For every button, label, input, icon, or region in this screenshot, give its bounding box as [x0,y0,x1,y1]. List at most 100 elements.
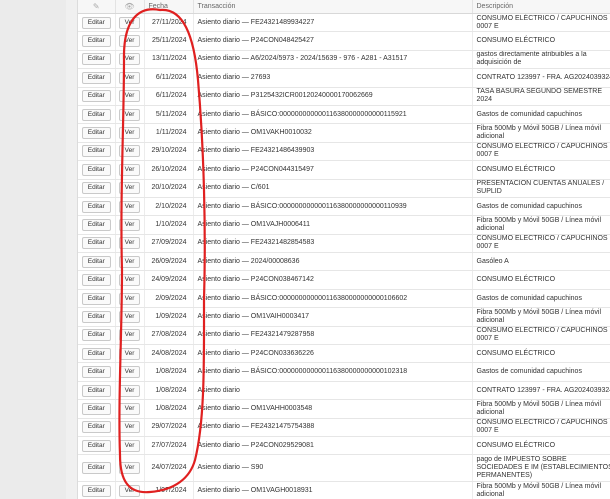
table-row: Editar Ver 1/10/2024 Asiento diario — OM1VA… [78,215,610,235]
description-cell: Fibra 500Mb y Móvil 50GB / Línea móvil a… [472,307,610,327]
table-row: Editar Ver 2/10/2024 Asiento diario — BÁSIC… [78,197,610,217]
edit-cell: Editar [78,31,116,51]
view-button[interactable]: Ver [118,53,141,66]
table-row: Editar Ver 1/09/2024 Asiento diario — OM1VA… [78,307,610,327]
edit-cell: Editar [78,307,116,327]
edit-button[interactable]: Editar [81,366,111,379]
edit-cell: Editar [78,481,116,499]
edit-button[interactable]: Editar [81,16,111,29]
edit-cell: Editar [78,454,116,483]
view-button[interactable]: Ver [118,384,141,397]
edit-button[interactable]: Editar [81,127,111,140]
view-cell: Ver [115,252,145,272]
edit-cell: Editar [78,270,116,290]
view-button[interactable]: Ver [118,310,141,323]
edit-button[interactable]: Editar [81,108,111,121]
table-row: Editar Ver 29/10/2024 Asiento diario — FE24… [78,142,610,162]
view-button[interactable]: Ver [118,71,141,84]
view-button[interactable]: Ver [118,462,141,475]
transaction-cell: Asiento diario — P24CON029529081 [193,436,473,456]
edit-button[interactable]: Editar [81,274,111,287]
view-button[interactable]: Ver [118,485,141,498]
eye-icon: 👁 [124,1,135,11]
view-column-header: 👁 [115,0,145,14]
view-button[interactable]: Ver [118,16,141,29]
edit-button[interactable]: Editar [81,439,111,452]
edit-button[interactable]: Editar [81,163,111,176]
edit-button[interactable]: Editar [81,53,111,66]
view-button[interactable]: Ver [118,329,141,342]
edit-button[interactable]: Editar [81,485,111,498]
edit-button[interactable]: Editar [81,218,111,231]
view-button[interactable]: Ver [118,439,141,452]
table-row: Editar Ver 24/07/2024 Asiento diario — S90 p… [78,454,610,483]
view-button[interactable]: Ver [118,200,141,213]
edit-button[interactable]: Editar [81,90,111,103]
view-cell: Ver [115,160,145,180]
edit-button[interactable]: Editar [81,255,111,268]
edit-cell: Editar [78,87,116,106]
description-cell: CONSUMO ELÉCTRICO [472,436,610,456]
date-cell: 1/11/2024 [144,123,194,143]
edit-button[interactable]: Editar [81,421,111,434]
description-cell: pago de IMPUESTO SOBRE SOCIEDADES E IM (… [472,454,610,483]
transactions-grid: ✎ 👁 Fecha Transacción Descripción Editar… [77,0,610,499]
view-button[interactable]: Ver [118,145,141,158]
date-cell: 6/11/2024 [144,87,194,106]
edit-button[interactable]: Editar [81,402,111,415]
view-button[interactable]: Ver [118,90,141,103]
table-row: Editar Ver 1/08/2024 Asiento diario CONTRATO… [78,381,610,401]
view-button[interactable]: Ver [118,218,141,231]
description-column-header[interactable]: Descripción [472,0,610,14]
view-button[interactable]: Ver [118,127,141,140]
view-button[interactable]: Ver [118,35,141,48]
table-row: Editar Ver 24/09/2024 Asiento diario — P24C… [78,270,610,290]
view-button[interactable]: Ver [118,402,141,415]
edit-button[interactable]: Editar [81,71,111,84]
transaction-cell: Asiento diario [193,381,473,401]
view-button[interactable]: Ver [118,237,141,250]
transaction-cell: Asiento diario — FE24321486439903 [193,142,473,162]
edit-button[interactable]: Editar [81,384,111,397]
view-button[interactable]: Ver [118,421,141,434]
description-cell: CONTRATO 123997 - FRA. AG2024039324 [472,381,610,401]
edit-button[interactable]: Editar [81,182,111,195]
edit-cell: Editar [78,344,116,364]
date-cell: 1/08/2024 [144,381,194,401]
view-button[interactable]: Ver [118,347,141,360]
description-cell: CONSUMO ELÉCTRICO [472,160,610,180]
view-cell: Ver [115,13,145,33]
date-column-header[interactable]: Fecha [144,0,194,14]
description-cell: CONSUMO ELÉCTRICO / CAPUCHINOS 0007 E [472,13,610,33]
edit-button[interactable]: Editar [81,200,111,213]
edit-cell: Editar [78,436,116,456]
date-cell: 1/09/2024 [144,307,194,327]
view-button[interactable]: Ver [118,274,141,287]
transaction-column-header[interactable]: Transacción [193,0,473,14]
view-button[interactable]: Ver [118,163,141,176]
description-cell: Gastos de comunidad capuchinos [472,197,610,217]
date-cell: 26/09/2024 [144,252,194,272]
table-row: Editar Ver 27/11/2024 Asiento diario — FE24… [78,13,610,33]
view-cell: Ver [115,123,145,143]
edit-button[interactable]: Editar [81,329,111,342]
view-button[interactable]: Ver [118,366,141,379]
date-cell: 24/08/2024 [144,344,194,364]
edit-button[interactable]: Editar [81,237,111,250]
edit-button[interactable]: Editar [81,292,111,305]
view-button[interactable]: Ver [118,255,141,268]
edit-button[interactable]: Editar [81,462,111,475]
view-cell: Ver [115,362,145,382]
edit-button[interactable]: Editar [81,145,111,158]
view-cell: Ver [115,197,145,217]
view-button[interactable]: Ver [118,108,141,121]
edit-button[interactable]: Editar [81,35,111,48]
transaction-cell: Asiento diario — BÁSICO:0000000000001163… [193,362,473,382]
transaction-cell: Asiento diario — FE24321489934227 [193,13,473,33]
view-button[interactable]: Ver [118,182,141,195]
edit-button[interactable]: Editar [81,347,111,360]
date-cell: 25/11/2024 [144,31,194,51]
date-cell: 2/10/2024 [144,197,194,217]
edit-button[interactable]: Editar [81,310,111,323]
view-button[interactable]: Ver [118,292,141,305]
